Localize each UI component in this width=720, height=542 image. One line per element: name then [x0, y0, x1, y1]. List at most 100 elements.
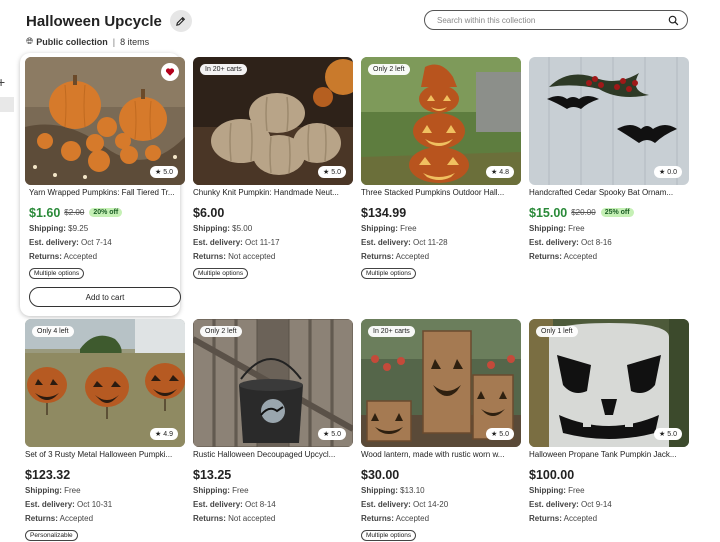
rating-badge: ★ 5.0	[654, 428, 682, 440]
price: $134.99	[361, 205, 407, 220]
listing-card[interactable]: Only 4 left ★ 4.9 Set of 3 Rusty Metal H…	[25, 319, 185, 541]
delivery-label: Est. delivery:	[25, 500, 75, 509]
status-badge: In 20+ carts	[368, 326, 415, 337]
rating-badge: ★ 5.0	[318, 166, 346, 178]
shipping-value: Free	[400, 224, 417, 233]
shipping-info: Shipping: $13.10	[361, 486, 521, 496]
status-badge: In 20+ carts	[200, 64, 247, 75]
price-row: $13.25	[193, 467, 353, 482]
listing-image[interactable]: In 20+ carts ★ 5.0	[193, 57, 353, 185]
rating-badge: ★ 4.8	[486, 166, 514, 178]
pencil-icon	[176, 16, 186, 26]
visibility-label: Public collection	[36, 36, 108, 47]
delivery-info: Est. delivery: Oct 10-31	[25, 500, 185, 510]
status-badge: Only 1 left	[536, 326, 578, 337]
delivery-value: Oct 7-14	[81, 238, 112, 247]
shipping-value: $13.10	[400, 486, 425, 495]
listing-title[interactable]: Set of 3 Rusty Metal Halloween Pumpki...	[25, 450, 183, 461]
delivery-info: Est. delivery: Oct 11-28	[361, 238, 521, 248]
listing-card[interactable]: ★ 0.0 Handcrafted Cedar Spooky Bat Ornam…	[529, 57, 689, 287]
returns-label: Returns:	[529, 252, 562, 261]
side-tab[interactable]	[0, 97, 14, 112]
shipping-label: Shipping:	[193, 486, 230, 495]
price-row: $30.00	[361, 467, 521, 482]
price: $1.60	[29, 205, 61, 220]
delivery-label: Est. delivery:	[529, 500, 579, 509]
shipping-info: Shipping: Free	[25, 486, 185, 496]
rating-badge: ★ 5.0	[318, 428, 346, 440]
rating-badge: ★ 0.0	[654, 166, 682, 178]
edit-collection-button[interactable]	[169, 10, 192, 32]
delivery-info: Est. delivery: Oct 7-14	[29, 238, 189, 248]
price-row: $6.00	[193, 205, 353, 220]
listing-image[interactable]: Only 2 left ★ 5.0	[193, 319, 353, 447]
price: $15.00	[529, 205, 568, 220]
price: $100.00	[529, 467, 575, 482]
listing-image[interactable]: ★ 5.0	[25, 57, 185, 185]
returns-info: Returns: Accepted	[361, 514, 521, 524]
delivery-label: Est. delivery:	[361, 238, 411, 247]
listing-title[interactable]: Rustic Halloween Decoupaged Upcycl...	[193, 450, 351, 461]
returns-info: Returns: Not accepted	[193, 514, 353, 524]
returns-label: Returns:	[361, 252, 394, 261]
listing-card[interactable]: Only 1 left ★ 5.0 Halloween Propane Tank…	[529, 319, 689, 539]
shipping-label: Shipping:	[361, 224, 398, 233]
price: $30.00	[361, 467, 400, 482]
delivery-value: Oct 10-31	[77, 500, 113, 509]
page-title: Halloween Upcycle	[26, 12, 162, 30]
returns-value: Accepted	[59, 514, 94, 523]
collection-search[interactable]	[424, 10, 688, 30]
item-count: 8 items	[120, 36, 150, 47]
price-row: $1.60 $2.00 20% off	[29, 205, 189, 220]
listing-card[interactable]: Only 2 left ★ 5.0 Rustic Halloween Decou…	[193, 319, 353, 539]
shipping-value: Free	[568, 224, 585, 233]
listing-card[interactable]: In 20+ carts ★ 5.0 Wood lantern, made wi…	[361, 319, 521, 541]
search-input[interactable]	[435, 14, 659, 26]
listing-image[interactable]: Only 2 left ★ 4.8	[361, 57, 521, 185]
rating-badge: ★ 5.0	[486, 428, 514, 440]
shipping-value: Free	[232, 486, 249, 495]
collection-header: Halloween Upcycle	[26, 10, 192, 32]
rating-badge: ★ 4.9	[150, 428, 178, 440]
options-pill: Multiple options	[361, 268, 417, 279]
delivery-label: Est. delivery:	[29, 238, 79, 247]
listing-image[interactable]: ★ 0.0	[529, 57, 689, 185]
shipping-info: Shipping: $5.00	[193, 224, 353, 234]
listing-title[interactable]: Halloween Propane Tank Pumpkin Jack...	[529, 450, 687, 461]
add-to-cart-button[interactable]: Add to cart	[29, 287, 181, 307]
shipping-label: Shipping:	[529, 224, 566, 233]
returns-value: Not accepted	[228, 514, 276, 523]
listing-title[interactable]: Wood lantern, made with rustic worn w...	[361, 450, 519, 461]
returns-info: Returns: Accepted	[361, 252, 521, 262]
shipping-info: Shipping: Free	[193, 486, 353, 496]
listing-title[interactable]: Chunky Knit Pumpkin: Handmade Neut...	[193, 188, 351, 199]
rating-badge: ★ 5.0	[150, 166, 178, 178]
listing-image[interactable]: In 20+ carts ★ 5.0	[361, 319, 521, 447]
listing-title[interactable]: Three Stacked Pumpkins Outdoor Hall...	[361, 188, 519, 199]
shipping-info: Shipping: Free	[361, 224, 521, 234]
shipping-label: Shipping:	[29, 224, 66, 233]
add-icon[interactable]: +	[0, 74, 5, 90]
delivery-label: Est. delivery:	[361, 500, 411, 509]
listing-title[interactable]: Handcrafted Cedar Spooky Bat Ornam...	[529, 188, 687, 199]
listing-card[interactable]: Only 2 left ★ 4.8 Three Stacked Pumpkins…	[361, 57, 521, 287]
returns-label: Returns:	[193, 514, 226, 523]
returns-label: Returns:	[193, 252, 226, 261]
listing-card[interactable]: ★ 5.0 Yarn Wrapped Pumpkins: Fall Tiered…	[20, 53, 185, 316]
delivery-value: Oct 11-28	[413, 238, 448, 247]
returns-value: Accepted	[563, 514, 598, 523]
search-icon[interactable]	[668, 15, 679, 26]
price-row: $100.00	[529, 467, 689, 482]
listing-image[interactable]: Only 1 left ★ 5.0	[529, 319, 689, 447]
price-row: $15.00 $20.00 25% off	[529, 205, 689, 220]
delivery-info: Est. delivery: Oct 8-14	[193, 500, 353, 510]
shipping-value: $9.25	[68, 224, 89, 233]
listing-title[interactable]: Yarn Wrapped Pumpkins: Fall Tiered Tr...	[29, 188, 187, 199]
delivery-value: Oct 8-16	[581, 238, 612, 247]
listing-card[interactable]: In 20+ carts ★ 5.0 Chunky Knit Pumpkin: …	[193, 57, 353, 287]
shipping-info: Shipping: $9.25	[29, 224, 189, 234]
discount-badge: 25% off	[600, 208, 634, 217]
returns-value: Accepted	[395, 252, 430, 261]
favorite-button[interactable]	[161, 63, 179, 81]
listing-image[interactable]: Only 4 left ★ 4.9	[25, 319, 185, 447]
